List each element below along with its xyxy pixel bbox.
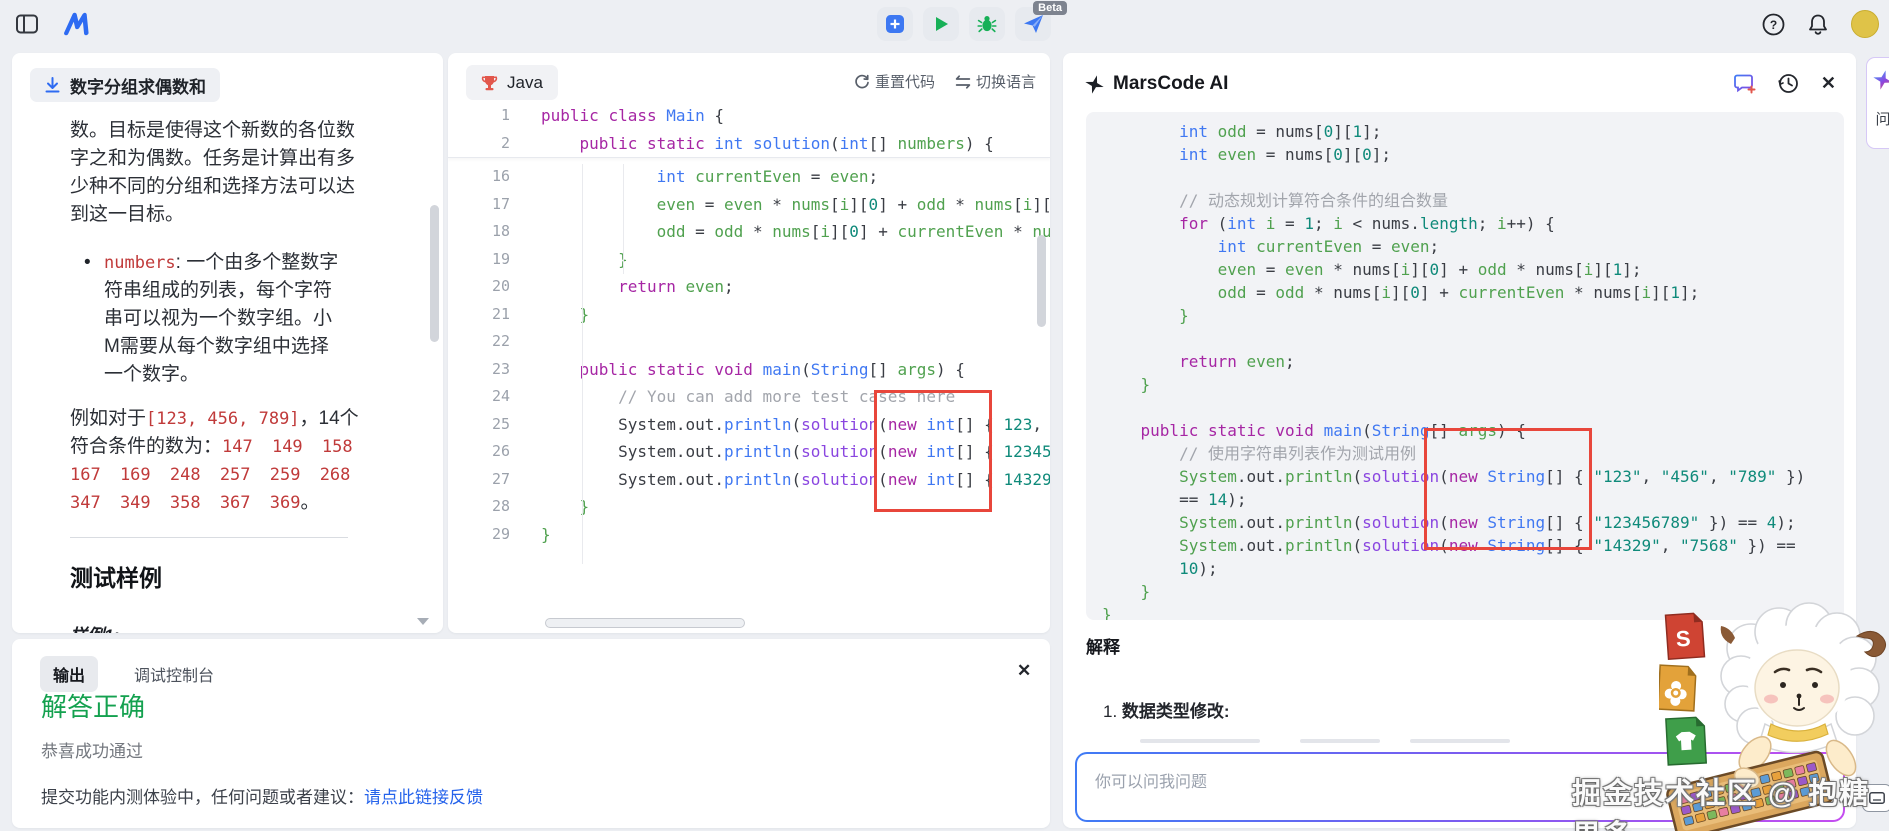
code-line[interactable]: 21 } xyxy=(448,301,1050,329)
editor-horizontal-scrollbar[interactable] xyxy=(545,618,745,628)
submit-button[interactable]: Beta xyxy=(1015,7,1051,41)
svg-text:?: ? xyxy=(1770,18,1777,32)
chevron-down-icon[interactable] xyxy=(417,618,429,625)
reset-icon xyxy=(854,74,870,90)
ai-code-line: int even = nums[0][0]; xyxy=(1102,143,1828,166)
problem-example: 例如对于[123, 456, 789]，14个符合条件的数为：147 149 1… xyxy=(70,405,362,517)
problem-intro: 数。目标是使得这个新数的各位数字之和为偶数。任务是计算出有多少种不同的分组和选择… xyxy=(70,117,358,229)
ai-code-line: 10); xyxy=(1102,557,1828,580)
file-icon-yellow xyxy=(1659,665,1696,711)
reset-code-button[interactable]: 重置代码 xyxy=(854,71,935,92)
loading-skeleton-bar xyxy=(1140,739,1260,743)
ai-code-line: int currentEven = even; xyxy=(1102,235,1828,258)
code-line[interactable]: 19 } xyxy=(448,246,1050,274)
code-line[interactable]: 2 public static int solution(int[] numbe… xyxy=(448,130,1050,158)
language-pill[interactable]: Java xyxy=(466,65,558,100)
panel-toggle-icon[interactable] xyxy=(16,14,38,34)
trophy-icon xyxy=(481,74,498,92)
result-status: 解答正确 xyxy=(41,687,145,724)
language-label: Java xyxy=(507,73,543,93)
loading-skeleton-bar xyxy=(1410,739,1510,743)
annotation-rect-editor xyxy=(874,390,992,512)
top-bar: Beta ? xyxy=(0,0,1889,48)
help-icon[interactable]: ? xyxy=(1762,13,1785,36)
code-line[interactable]: 20 return even; xyxy=(448,273,1050,301)
code-area[interactable]: 1public class Main {2 public static int … xyxy=(448,102,1050,633)
problem-panel: 数字分组求偶数和 数。目标是使得这个新数的各位数字之和为偶数。任务是计算出有多少… xyxy=(12,53,443,633)
sticky-scroll: 1public class Main {2 public static int … xyxy=(448,102,1050,158)
editor-header: Java 重置代码 切换语言 xyxy=(448,53,1050,102)
ai-code-line: int odd = nums[0][1]; xyxy=(1102,120,1828,143)
problem-bullet-item: numbers: 一个由多个整数字符串组成的列表，每个字符串可以视为一个数字组。… xyxy=(82,249,340,389)
history-icon[interactable] xyxy=(1778,73,1799,94)
ai-code-line: // 动态规划计算符合条件的组合数量 xyxy=(1102,189,1828,212)
right-sidebar-strip[interactable]: 问 xyxy=(1866,57,1889,149)
switch-icon xyxy=(955,74,971,90)
run-button[interactable] xyxy=(923,7,959,41)
code-line[interactable]: 23 public static void main(String[] args… xyxy=(448,356,1050,384)
ai-code-line: for (int i = 1; i < nums.length; i++) { xyxy=(1102,212,1828,235)
feedback-note: 提交功能内测体验中，任何问题或者建议：请点此链接反馈 xyxy=(41,783,483,808)
ai-code-line: } xyxy=(1102,373,1828,396)
ai-panel-title: MarsCode AI xyxy=(1113,73,1228,95)
notification-bell-icon[interactable] xyxy=(1807,13,1829,36)
feedback-link[interactable]: 请点此链接反馈 xyxy=(364,788,483,807)
beta-badge: Beta xyxy=(1033,1,1067,15)
add-file-button[interactable] xyxy=(877,7,913,41)
problem-description: 数。目标是使得这个新数的各位数字之和为偶数。任务是计算出有多少种不同的分组和选择… xyxy=(70,117,362,633)
sample1-label: 样例1: xyxy=(70,622,362,633)
sidebar-strip-label: 问 xyxy=(1875,108,1889,129)
code-line[interactable]: 17 even = even * nums[i][0] + odd * nums… xyxy=(448,191,1050,219)
problem-title: 数字分组求偶数和 xyxy=(70,73,206,98)
explain-heading: 解释 xyxy=(1086,633,1120,658)
result-subtitle: 恭喜成功通过 xyxy=(41,737,143,762)
code-line[interactable]: 22 xyxy=(448,328,1050,356)
code-editor-panel: Java 重置代码 切换语言 1public class Main {2 pub… xyxy=(448,53,1050,633)
debug-button[interactable] xyxy=(969,7,1005,41)
problem-scrollbar[interactable] xyxy=(430,205,439,342)
close-icon[interactable]: ✕ xyxy=(1821,73,1836,94)
ai-code-line: return even; xyxy=(1102,350,1828,373)
sparkle-icon xyxy=(1085,75,1104,94)
ai-code-line: odd = odd * nums[i][0] + currentEven * n… xyxy=(1102,281,1828,304)
ai-code-line: even = even * nums[i][0] + odd * nums[i]… xyxy=(1102,258,1828,281)
editor-vertical-scrollbar[interactable] xyxy=(1037,235,1046,327)
user-avatar[interactable] xyxy=(1851,10,1879,38)
tab-debug-console[interactable]: 调试控制台 xyxy=(134,662,214,686)
problem-title-pill[interactable]: 数字分组求偶数和 xyxy=(30,68,220,102)
marscode-logo-icon[interactable] xyxy=(64,12,94,36)
svg-text:S: S xyxy=(1675,626,1691,652)
marscode-ai-sidebar-icon[interactable] xyxy=(1873,70,1889,90)
indent-guide xyxy=(623,164,624,274)
annotation-rect-ai xyxy=(1424,428,1592,550)
code-line[interactable]: 16 int currentEven = even; xyxy=(448,163,1050,191)
ai-code-line xyxy=(1102,396,1828,419)
file-icon-red: S xyxy=(1666,613,1705,659)
ai-code-line xyxy=(1102,166,1828,189)
test-samples-heading: 测试样例 xyxy=(70,564,362,592)
code-line[interactable]: 1public class Main { xyxy=(448,102,1050,130)
switch-language-button[interactable]: 切换语言 xyxy=(955,71,1036,92)
output-panel: 输出 调试控制台 ✕ 解答正确 恭喜成功通过 提交功能内测体验中，任何问题或者建… xyxy=(12,639,1050,828)
download-icon xyxy=(44,76,61,94)
divider xyxy=(70,537,348,538)
indent-guide xyxy=(582,164,583,564)
new-chat-icon[interactable] xyxy=(1734,73,1756,94)
code-line[interactable]: 18 odd = odd * nums[i][0] + currentEven … xyxy=(448,218,1050,246)
watermark: 掘金技术社区 @ 抱糖果多 xyxy=(1572,770,1889,831)
close-icon[interactable]: ✕ xyxy=(1017,661,1031,681)
ai-code-line xyxy=(1102,327,1828,350)
explain-list-item: 1. 数据类型修改: xyxy=(1103,697,1230,722)
loading-skeleton-bar xyxy=(1300,739,1380,743)
ai-code-line: } xyxy=(1102,304,1828,327)
code-line[interactable]: 29} xyxy=(448,521,1050,549)
file-icon-green xyxy=(1666,717,1706,765)
